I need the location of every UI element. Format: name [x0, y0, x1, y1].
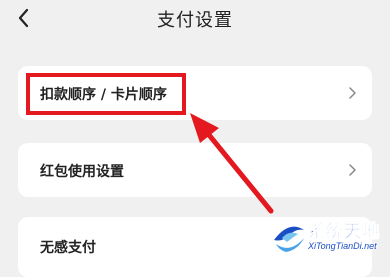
highlight-box [26, 73, 186, 115]
settings-item-label: 红包使用设置 [40, 164, 124, 180]
xitongtiandi-logo-icon [270, 218, 308, 256]
header-bar: 支付设置 [0, 0, 390, 44]
chevron-right-icon [349, 164, 356, 176]
watermark-name: 系统天地 [308, 222, 380, 243]
page-title: 支付设置 [157, 10, 233, 31]
settings-item-red-packet[interactable]: 红包使用设置 [18, 143, 372, 197]
chevron-right-icon [349, 87, 356, 99]
settings-item-label: 无感支付 [40, 240, 96, 256]
watermark-domain: XiTongTianDi.net [308, 241, 377, 251]
watermark: 系统天地 XiTongTianDi.net [264, 212, 390, 260]
